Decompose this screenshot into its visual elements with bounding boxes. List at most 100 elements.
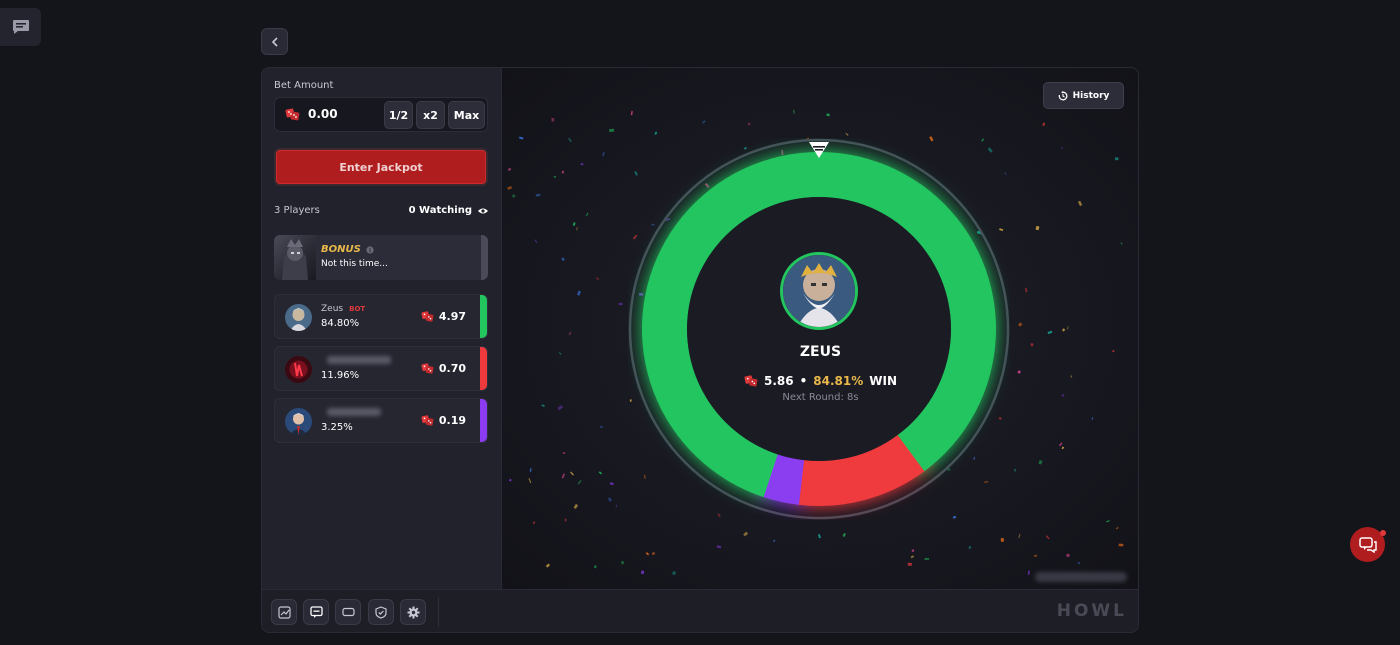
confetti-piece: [545, 563, 551, 568]
confetti-piece: [1118, 543, 1124, 547]
confetti-piece: [1038, 460, 1043, 465]
confetti-piece: [651, 551, 656, 556]
fairness-button[interactable]: [368, 599, 394, 625]
confetti-piece: [518, 136, 524, 140]
dice-chip-icon: [421, 311, 434, 322]
settings-button[interactable]: [400, 599, 426, 625]
confetti-piece: [557, 404, 564, 411]
bet-amount-label: Bet Amount: [274, 80, 334, 91]
player-name: [321, 356, 391, 364]
toolbar-divider: [438, 597, 439, 627]
avatar: [285, 304, 312, 331]
confetti-piece: [645, 552, 650, 556]
confetti-piece: [910, 555, 915, 559]
bet-amount-field[interactable]: 0.00 1/2 x2 Max: [274, 97, 488, 132]
bonus-subtitle: Not this time...: [321, 259, 388, 269]
ticket-button[interactable]: [335, 599, 361, 625]
max-bet-button[interactable]: Max: [448, 101, 485, 129]
confetti-piece: [1042, 122, 1046, 127]
confetti-piece: [541, 404, 545, 408]
confetti-piece: [572, 222, 576, 226]
confetti-piece: [1047, 330, 1053, 335]
confetti-piece: [1091, 417, 1094, 420]
player-amount: 0.70: [421, 362, 466, 375]
stats-icon: [277, 605, 291, 619]
history-label: History: [1072, 90, 1110, 101]
stats-button[interactable]: [271, 599, 297, 625]
half-bet-button[interactable]: 1/2: [384, 101, 413, 129]
bonus-title: BONUS: [321, 244, 374, 255]
history-icon: [1058, 90, 1068, 100]
chat-toggle-button[interactable]: [0, 8, 41, 46]
confetti-piece: [1033, 554, 1038, 558]
confetti-piece: [1077, 561, 1081, 565]
player-row[interactable]: Zeus BOT 84.80% 4.97: [274, 294, 488, 339]
confetti-piece: [609, 128, 615, 133]
confetti-piece: [553, 175, 557, 178]
confetti-piece: [598, 471, 603, 475]
player-row[interactable]: 11.96% 0.70: [274, 346, 488, 391]
confetti-piece: [654, 131, 658, 135]
confetti-piece: [792, 109, 795, 114]
confetti-piece: [845, 132, 849, 136]
winner-name: ZEUS: [799, 344, 842, 360]
bet-amount-input[interactable]: 0.00: [308, 107, 338, 121]
double-bet-button[interactable]: x2: [416, 101, 445, 129]
confetti-piece: [716, 545, 722, 549]
confetti-piece: [1045, 535, 1050, 540]
confetti-piece: [551, 117, 555, 122]
confetti-piece: [1058, 442, 1063, 447]
confetti-piece: [772, 539, 776, 543]
player-amount: 4.97: [421, 310, 466, 323]
enter-jackpot-button[interactable]: Enter Jackpot: [274, 148, 488, 186]
history-button[interactable]: History: [1043, 82, 1124, 109]
player-name: [321, 408, 381, 416]
confetti-piece: [1062, 328, 1066, 332]
confetti-piece: [508, 478, 512, 482]
player-name-redacted: [327, 356, 391, 364]
confetti-piece: [817, 533, 821, 539]
confetti-piece: [570, 471, 574, 476]
support-chat-icon: [1358, 536, 1377, 553]
confetti-piece: [529, 468, 532, 472]
confetti-piece: [1066, 553, 1070, 558]
confetti-piece: [532, 521, 536, 525]
confetti-piece: [1106, 520, 1110, 523]
gear-icon: [407, 606, 419, 618]
player-color-bar: [480, 347, 487, 390]
confetti-piece: [577, 479, 582, 485]
confetti-piece: [1114, 157, 1119, 161]
confetti-piece: [620, 560, 625, 565]
confetti-piece: [561, 170, 564, 174]
confetti-piece: [573, 503, 579, 509]
bonus-card[interactable]: BONUS Not this time...: [274, 235, 488, 280]
player-percent: 3.25%: [321, 422, 353, 433]
confetti-piece: [609, 482, 614, 486]
confetti-piece: [743, 531, 749, 537]
bonus-title-text: BONUS: [321, 244, 361, 255]
confetti-piece: [671, 570, 677, 576]
confetti-piece: [842, 533, 846, 538]
bot-badge: BOT: [349, 305, 366, 313]
chat-button[interactable]: [303, 599, 329, 625]
confetti-piece: [576, 226, 578, 231]
winner-result: WIN: [869, 374, 897, 388]
confetti-piece: [507, 167, 512, 172]
confetti-piece: [615, 504, 617, 508]
confetti-piece: [1061, 446, 1065, 450]
confetti-piece: [561, 473, 566, 479]
confetti-piece: [600, 426, 603, 428]
confetti-piece: [577, 290, 581, 296]
shield-icon: [375, 605, 387, 619]
back-button[interactable]: [261, 28, 288, 55]
player-row[interactable]: 3.25% 0.19: [274, 398, 488, 443]
winner-stats: 5.86 • 84.81% WIN: [502, 374, 1138, 388]
confetti-piece: [1027, 570, 1030, 575]
player-color-bar: [480, 399, 487, 442]
bet-sidebar: Bet Amount 0.00 1/2 x2 Max Enter Jackpot…: [262, 68, 502, 589]
info-icon[interactable]: [366, 245, 374, 254]
notification-dot: [1380, 530, 1386, 536]
confetti-piece: [618, 302, 623, 306]
winner-avatar: [780, 252, 858, 330]
jackpot-stage: History ZEUS 5.86 • 84.81% WIN Next Roun…: [502, 68, 1138, 589]
